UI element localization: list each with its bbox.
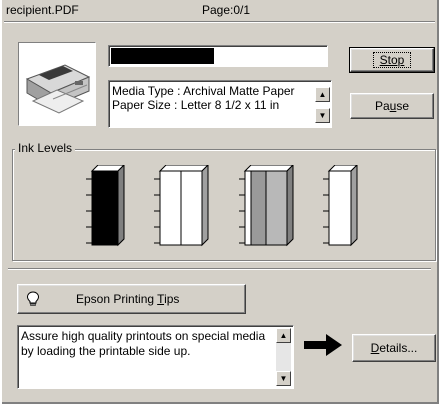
ink-cartridge-color-1 <box>154 165 209 247</box>
details-label: Details... <box>370 341 418 355</box>
tips-scroll-up-button[interactable]: ▲ <box>276 328 291 343</box>
pause-label: Pause <box>374 99 410 113</box>
media-scroll-up-button[interactable]: ▲ <box>315 87 330 102</box>
arrow-right-icon <box>304 334 342 356</box>
print-progress-bar <box>108 45 328 67</box>
ink-cartridge-color-2 <box>239 165 294 247</box>
tips-message-text: Assure high quality printouts on special… <box>21 329 266 358</box>
tips-scroll-down-button[interactable]: ▼ <box>276 371 291 386</box>
page-counter: Page:0/1 <box>202 3 251 17</box>
printer-icon <box>25 64 91 114</box>
header-divider <box>4 21 435 23</box>
details-button[interactable]: Details... <box>352 334 436 362</box>
paper-size-text: Paper Size : Letter 8 1/2 x 11 in <box>112 98 280 112</box>
ink-levels-chart <box>86 165 358 247</box>
pause-button[interactable]: Pause <box>350 93 434 119</box>
progress-fill <box>111 48 214 64</box>
file-name: recipient.PDF <box>6 3 79 17</box>
progress-window: recipient.PDF Page:0/1 Media Type : Arch… <box>2 0 439 404</box>
ink-cartridge-color-3 <box>323 165 358 247</box>
lightbulb-icon <box>26 291 40 306</box>
tips-button-label: Epson Printing Tips <box>76 292 180 306</box>
ink-levels-label: Ink Levels <box>15 141 76 155</box>
tips-message-box: Assure high quality printouts on special… <box>17 325 294 389</box>
ink-cartridge-black <box>86 165 125 247</box>
media-info-box: Media Type : Archival Matte Paper Paper … <box>108 80 332 128</box>
media-scroll-down-button[interactable]: ▼ <box>315 108 330 123</box>
printer-image <box>18 42 96 126</box>
stop-label: Stop <box>379 53 405 67</box>
media-type-text: Media Type : Archival Matte Paper <box>112 84 295 98</box>
epson-printing-tips-button[interactable]: Epson Printing Tips <box>17 284 246 314</box>
ink-divider <box>8 268 431 270</box>
stop-button[interactable]: Stop <box>349 47 435 73</box>
